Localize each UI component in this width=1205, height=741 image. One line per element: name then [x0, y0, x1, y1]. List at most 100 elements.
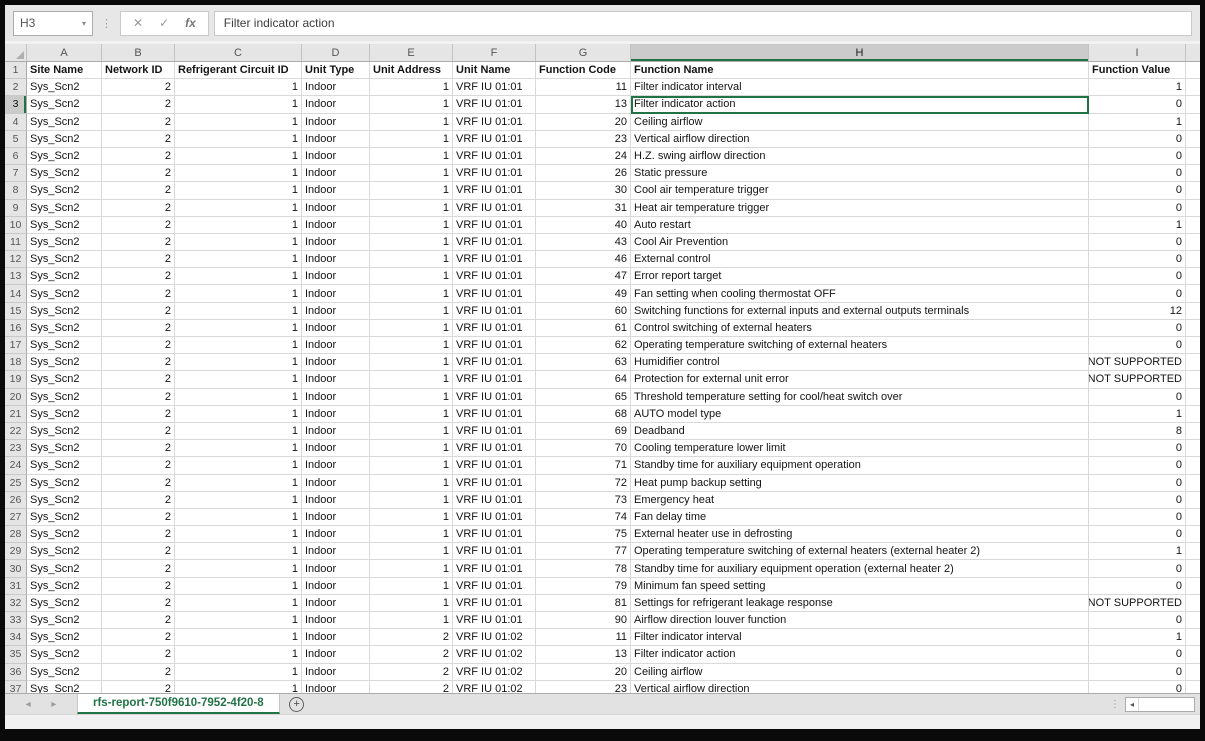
cell-G17[interactable]: 62: [536, 337, 631, 354]
cell-I29[interactable]: 1: [1089, 543, 1186, 560]
cell-G12[interactable]: 46: [536, 251, 631, 268]
cell-D17[interactable]: Indoor: [302, 337, 370, 354]
cell-B34[interactable]: 2: [102, 629, 175, 646]
cell-E16[interactable]: 1: [370, 320, 453, 337]
cell-F17[interactable]: VRF IU 01:01: [453, 337, 536, 354]
cell-H24[interactable]: Standby time for auxiliary equipment ope…: [631, 457, 1089, 474]
cell-A24[interactable]: Sys_Scn2: [27, 457, 102, 474]
cell-A5[interactable]: Sys_Scn2: [27, 131, 102, 148]
cell-B14[interactable]: 2: [102, 285, 175, 302]
row-header-27[interactable]: 27: [5, 509, 27, 526]
cell-D35[interactable]: Indoor: [302, 646, 370, 663]
cell-F27[interactable]: VRF IU 01:01: [453, 509, 536, 526]
cell-E14[interactable]: 1: [370, 285, 453, 302]
tab-scroll-left-icon[interactable]: ◂: [26, 699, 31, 710]
cell-A15[interactable]: Sys_Scn2: [27, 303, 102, 320]
cell-G28[interactable]: 75: [536, 526, 631, 543]
cell-D10[interactable]: Indoor: [302, 217, 370, 234]
cell-E11[interactable]: 1: [370, 234, 453, 251]
cell-E17[interactable]: 1: [370, 337, 453, 354]
cell-G22[interactable]: 69: [536, 423, 631, 440]
cell-F22[interactable]: VRF IU 01:01: [453, 423, 536, 440]
column-header-G[interactable]: G: [536, 44, 631, 61]
cell-G35[interactable]: 13: [536, 646, 631, 663]
row-header-5[interactable]: 5: [5, 131, 27, 148]
formula-bar[interactable]: Filter indicator action: [214, 11, 1192, 36]
cell-C19[interactable]: 1: [175, 371, 302, 388]
cell-H2[interactable]: Filter indicator interval: [631, 79, 1089, 96]
cell-B32[interactable]: 2: [102, 595, 175, 612]
cell-F2[interactable]: VRF IU 01:01: [453, 79, 536, 96]
scrollbar-grip-icon[interactable]: ⋮: [1110, 699, 1120, 710]
cell-F13[interactable]: VRF IU 01:01: [453, 268, 536, 285]
cell-A34[interactable]: Sys_Scn2: [27, 629, 102, 646]
cell-B31[interactable]: 2: [102, 578, 175, 595]
column-header-F[interactable]: F: [453, 44, 536, 61]
cell-I23[interactable]: 0: [1089, 440, 1186, 457]
cell-I32[interactable]: NOT SUPPORTED: [1089, 595, 1186, 612]
cell-A12[interactable]: Sys_Scn2: [27, 251, 102, 268]
cell-I34[interactable]: 1: [1089, 629, 1186, 646]
row-header-23[interactable]: 23: [5, 440, 27, 457]
cell-I19[interactable]: NOT SUPPORTED: [1089, 371, 1186, 388]
cell-E4[interactable]: 1: [370, 114, 453, 131]
row-header-22[interactable]: 22: [5, 423, 27, 440]
cell-E9[interactable]: 1: [370, 200, 453, 217]
cell-C15[interactable]: 1: [175, 303, 302, 320]
cell-F1[interactable]: Unit Name: [453, 62, 536, 79]
cell-E15[interactable]: 1: [370, 303, 453, 320]
cell-C2[interactable]: 1: [175, 79, 302, 96]
cell-A9[interactable]: Sys_Scn2: [27, 200, 102, 217]
cell-G29[interactable]: 77: [536, 543, 631, 560]
row-header-14[interactable]: 14: [5, 285, 27, 302]
cell-H4[interactable]: Ceiling airflow: [631, 114, 1089, 131]
cell-A1[interactable]: Site Name: [27, 62, 102, 79]
cell-B2[interactable]: 2: [102, 79, 175, 96]
new-sheet-button[interactable]: +: [280, 694, 314, 714]
cell-F29[interactable]: VRF IU 01:01: [453, 543, 536, 560]
cell-D21[interactable]: Indoor: [302, 406, 370, 423]
row-header-31[interactable]: 31: [5, 578, 27, 595]
cell-B15[interactable]: 2: [102, 303, 175, 320]
select-all-button[interactable]: [5, 44, 27, 61]
cell-H36[interactable]: Ceiling airflow: [631, 664, 1089, 681]
cell-F11[interactable]: VRF IU 01:01: [453, 234, 536, 251]
cell-G37[interactable]: 23: [536, 681, 631, 693]
cell-E10[interactable]: 1: [370, 217, 453, 234]
cell-B20[interactable]: 2: [102, 389, 175, 406]
cell-D23[interactable]: Indoor: [302, 440, 370, 457]
cell-A23[interactable]: Sys_Scn2: [27, 440, 102, 457]
cell-B8[interactable]: 2: [102, 182, 175, 199]
cell-H11[interactable]: Cool Air Prevention: [631, 234, 1089, 251]
column-header-D[interactable]: D: [302, 44, 370, 61]
cell-I28[interactable]: 0: [1089, 526, 1186, 543]
row-header-34[interactable]: 34: [5, 629, 27, 646]
cell-A29[interactable]: Sys_Scn2: [27, 543, 102, 560]
cell-A6[interactable]: Sys_Scn2: [27, 148, 102, 165]
row-header-3[interactable]: 3: [5, 96, 27, 113]
cell-G32[interactable]: 81: [536, 595, 631, 612]
cell-I8[interactable]: 0: [1089, 182, 1186, 199]
cell-I4[interactable]: 1: [1089, 114, 1186, 131]
cell-C32[interactable]: 1: [175, 595, 302, 612]
row-header-29[interactable]: 29: [5, 543, 27, 560]
cell-C10[interactable]: 1: [175, 217, 302, 234]
cell-A19[interactable]: Sys_Scn2: [27, 371, 102, 388]
cell-I7[interactable]: 0: [1089, 165, 1186, 182]
cell-G1[interactable]: Function Code: [536, 62, 631, 79]
cell-G23[interactable]: 70: [536, 440, 631, 457]
cell-F4[interactable]: VRF IU 01:01: [453, 114, 536, 131]
cell-A2[interactable]: Sys_Scn2: [27, 79, 102, 96]
cell-D4[interactable]: Indoor: [302, 114, 370, 131]
cell-I20[interactable]: 0: [1089, 389, 1186, 406]
row-header-16[interactable]: 16: [5, 320, 27, 337]
cell-F33[interactable]: VRF IU 01:01: [453, 612, 536, 629]
cell-D19[interactable]: Indoor: [302, 371, 370, 388]
cell-D14[interactable]: Indoor: [302, 285, 370, 302]
cell-E18[interactable]: 1: [370, 354, 453, 371]
cell-A18[interactable]: Sys_Scn2: [27, 354, 102, 371]
cell-D34[interactable]: Indoor: [302, 629, 370, 646]
cell-G33[interactable]: 90: [536, 612, 631, 629]
cell-I35[interactable]: 0: [1089, 646, 1186, 663]
cell-G34[interactable]: 11: [536, 629, 631, 646]
